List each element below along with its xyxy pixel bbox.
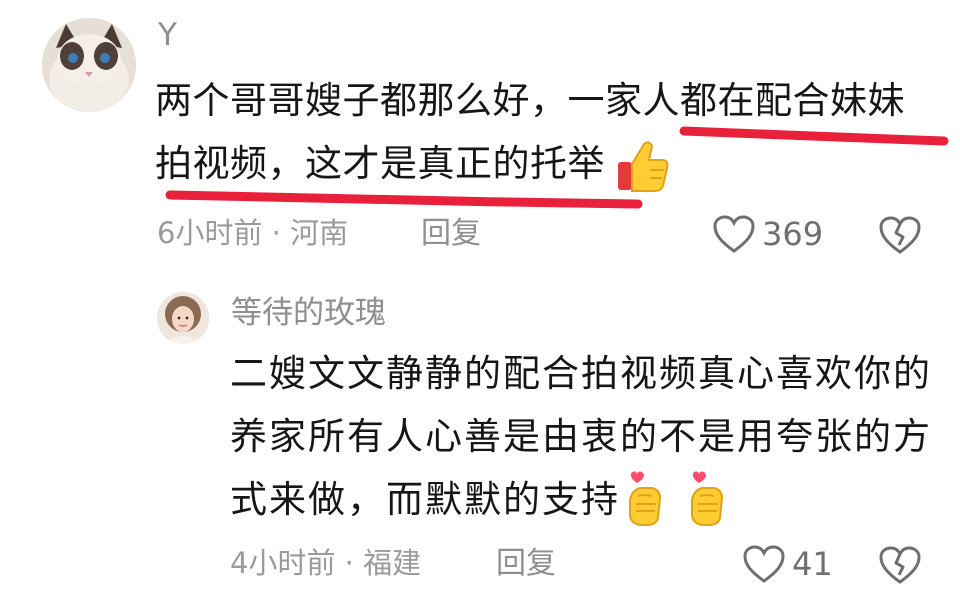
avatar[interactable] [157, 292, 209, 344]
heart-icon [713, 215, 755, 253]
thumbs-up-icon [616, 138, 670, 198]
reply-text-line: 二嫂文文静静的配合拍视频真心喜欢你的 [230, 352, 932, 395]
reply-text-line: 式来做，而默默的支持 [230, 478, 620, 521]
broken-heart-icon [879, 546, 921, 584]
like-button[interactable]: 41 [742, 544, 833, 584]
cat-avatar-icon [42, 18, 136, 112]
reply-button[interactable]: 回复 [421, 219, 481, 249]
hand-heart-icon [684, 466, 730, 532]
comment-text-line: 拍视频，这才是真正的托举 [155, 142, 605, 185]
comment-username[interactable]: Y [158, 20, 177, 51]
reply-username[interactable]: 等待的玫瑰 [231, 298, 386, 329]
broken-heart-icon [879, 216, 921, 254]
avatar[interactable] [42, 18, 136, 112]
dislike-button[interactable] [878, 215, 922, 259]
like-count: 369 [762, 215, 824, 253]
comment-time-location: 6小时前 · 河南 [157, 216, 349, 250]
like-button[interactable]: 369 [712, 214, 823, 254]
hand-heart-icon [622, 466, 668, 532]
woman-avatar-icon [157, 292, 209, 344]
dislike-button[interactable] [878, 545, 922, 589]
reply-text-line: 养家所有人心善是由衷的不是用夸张的方 [230, 415, 932, 458]
heart-icon [743, 545, 785, 583]
reply-button[interactable]: 回复 [496, 549, 556, 579]
like-count: 41 [792, 545, 833, 583]
comment-text-line: 两个哥哥嫂子都那么好，一家人都在配合妹妹 [155, 79, 905, 122]
